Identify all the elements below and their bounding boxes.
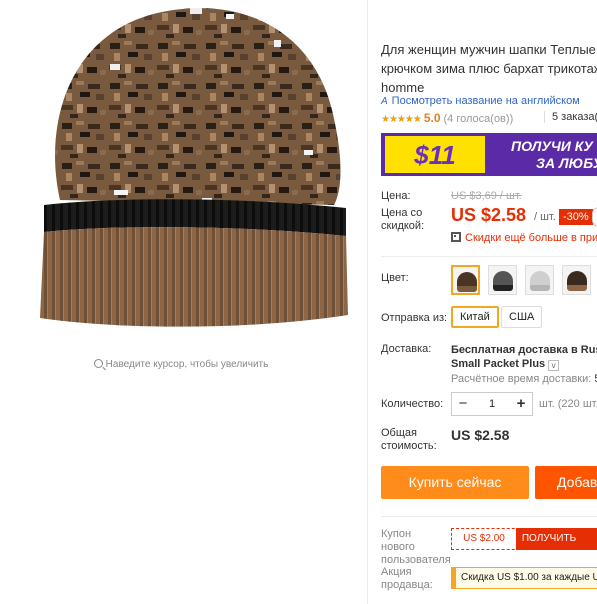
buy-now-button[interactable]: Купить сейчас — [381, 466, 529, 499]
color-swatch[interactable] — [488, 265, 517, 295]
rating: ★★★★★ 5.0 (4 голоса(ов)) — [381, 111, 513, 125]
star-rating-icon: ★★★★★ — [381, 114, 422, 125]
delivery-time: Расчётное время доставки: 52 — [451, 373, 597, 385]
banner-line2: ЗА ЛЮБУ — [536, 155, 597, 171]
product-info: Для женщин мужчин шапки Теплые у крючком… — [381, 0, 597, 604]
divider — [381, 256, 597, 257]
quantity-label: Количество: — [381, 398, 444, 410]
zoom-hint-text: Наведите курсор, чтобы увеличить — [105, 359, 269, 370]
title-line: крючком зима плюс бархат трикотаж — [381, 61, 597, 76]
decrement-button[interactable]: − — [452, 393, 474, 415]
price-label: Цена: — [381, 190, 411, 202]
divider — [381, 516, 597, 517]
delivery-method-line: Бесплатная доставка в Russia — [451, 344, 597, 356]
product-gallery: Наведите курсор, чтобы увеличить — [0, 0, 372, 604]
rating-score: 5.0 — [423, 111, 441, 125]
hat-thumbnail — [457, 272, 477, 292]
seller-promo[interactable]: Скидка US $1.00 за каждые US — [451, 567, 597, 589]
seller-promo-label: Акция продавца: — [381, 566, 433, 591]
app-discount-toggle[interactable] — [592, 207, 597, 227]
new-user-coupon: US $2.00 ПОЛУЧИТЬ — [451, 528, 597, 550]
title-line: Для женщин мужчин шапки Теплые у — [381, 42, 597, 57]
total-price: US $2.58 — [451, 427, 510, 443]
translate-icon: A — [381, 96, 388, 107]
per-unit: / шт. — [534, 211, 556, 223]
ship-from-usa[interactable]: США — [501, 306, 543, 328]
hat-thumbnail — [567, 271, 587, 291]
current-price: US $2.58 — [451, 205, 527, 225]
color-swatch[interactable] — [525, 265, 554, 295]
delivery-method[interactable]: Бесплатная доставка в Russia Small Packe… — [451, 343, 597, 371]
rating-votes[interactable]: (4 голоса(ов)) — [444, 113, 514, 125]
zoom-hint: Наведите курсор, чтобы увеличить — [0, 359, 362, 370]
app-discount-note[interactable]: Скидки ещё больше в прило — [451, 232, 597, 244]
magnifier-icon — [93, 359, 103, 368]
increment-button[interactable]: + — [510, 393, 532, 415]
hat-thumbnail — [530, 271, 550, 291]
coupon-amount: US $2.00 — [463, 533, 505, 544]
promo-banner[interactable]: $11 ПОЛУЧИ КУ ЗА ЛЮБУ — [381, 133, 597, 176]
get-coupon-button[interactable]: ПОЛУЧИТЬ — [516, 528, 597, 550]
total-label: Общая стоимость: — [381, 427, 437, 452]
discount-badge: -30% — [559, 209, 593, 225]
stock-info: шт. (220 шт. — [539, 398, 597, 410]
banner-line1: ПОЛУЧИ КУ — [511, 138, 593, 154]
delivery-method-line: Small Packet Plus — [451, 358, 546, 370]
discount-price-label: Цена со скидкой: — [381, 207, 425, 232]
quantity-input[interactable]: 1 — [474, 393, 510, 415]
delivery-time-label: Расчётное время доставки: — [451, 373, 592, 385]
orders-count: 5 заказа(с — [544, 111, 597, 123]
banner-badge: $11 — [385, 136, 485, 173]
quantity-stepper: − 1 + — [451, 392, 533, 416]
product-image[interactable] — [12, 0, 352, 330]
column-divider — [367, 0, 368, 604]
app-discount-text: Скидки ещё больше в прило — [465, 232, 597, 244]
delivery-label: Доставка: — [381, 343, 432, 355]
ship-from-label: Отправка из: — [381, 312, 448, 324]
qr-code-icon — [451, 232, 461, 242]
add-to-cart-button[interactable]: Добав — [535, 466, 597, 499]
translate-link-text: Посмотреть название на английском — [391, 95, 580, 107]
ship-from-china[interactable]: Китай — [451, 306, 499, 328]
coupon-label: Купон нового пользователя — [381, 528, 451, 566]
product-title: Для женщин мужчин шапки Теплые у крючком… — [381, 40, 597, 97]
color-label: Цвет: — [381, 272, 409, 284]
hat-thumbnail — [493, 271, 513, 291]
color-swatch[interactable] — [451, 265, 480, 295]
old-price: US $3,69 / шт. — [451, 190, 522, 202]
chevron-down-icon[interactable]: v — [548, 360, 560, 371]
translate-link[interactable]: A Посмотреть название на английском — [381, 95, 580, 107]
color-swatch[interactable] — [562, 265, 591, 295]
